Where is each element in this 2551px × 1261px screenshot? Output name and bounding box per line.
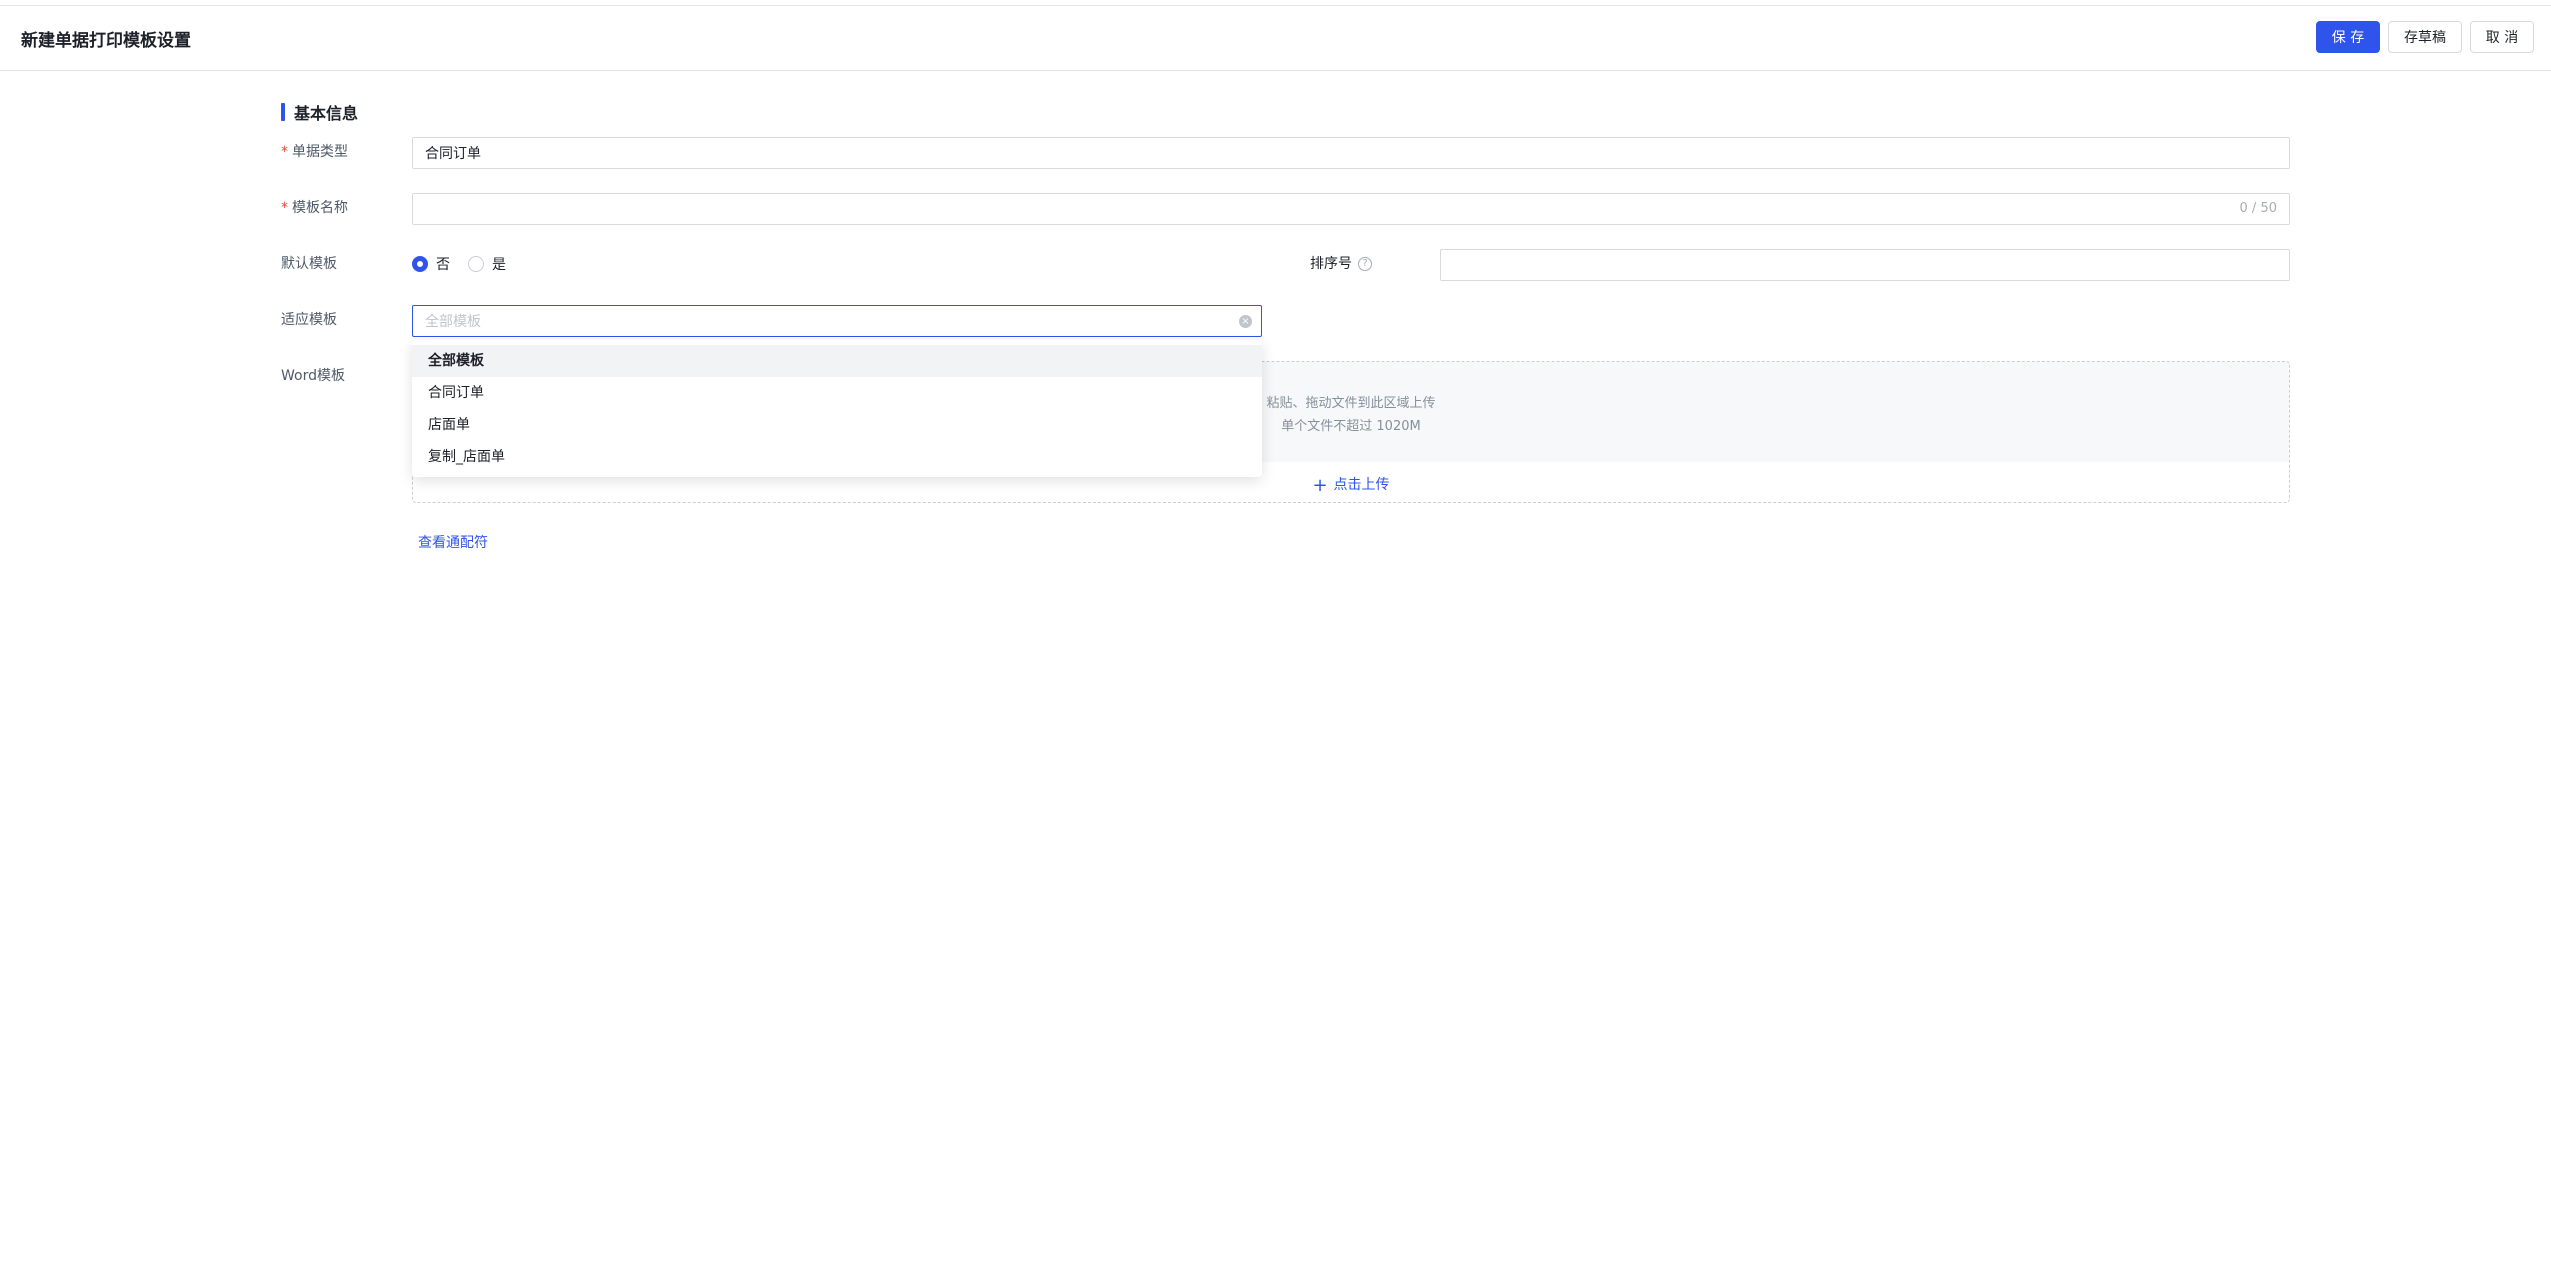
dropdown-option[interactable]: 合同订单 — [412, 377, 1262, 409]
page-header: 新建单据打印模板设置 保 存 存草稿 取 消 — [0, 6, 2551, 71]
doc-type-label: * 单据类型 — [281, 144, 348, 160]
section-basic-info: 基本信息 — [281, 101, 358, 123]
section-title: 基本信息 — [294, 104, 359, 123]
word-template-label: Word模板 — [281, 368, 345, 384]
radio-no[interactable]: 否 — [412, 254, 450, 274]
plus-icon: + — [1312, 475, 1328, 496]
upload-button[interactable]: + 点击上传 — [413, 474, 2289, 496]
adapt-template-select[interactable]: 全部模板 × — [412, 305, 1262, 337]
adapt-template-label: 适应模板 — [281, 312, 337, 328]
char-counter: 0 / 50 — [2239, 201, 2277, 216]
default-template-label: 默认模板 — [281, 256, 337, 272]
default-template-radio-group: 否 是 — [412, 254, 524, 274]
cancel-button[interactable]: 取 消 — [2470, 21, 2534, 53]
template-name-input[interactable]: 0 / 50 — [412, 193, 2290, 225]
radio-no-dot — [412, 256, 428, 272]
section-accent-bar — [281, 103, 285, 121]
doc-type-field[interactable]: 合同订单 — [412, 137, 2290, 169]
radio-yes-label: 是 — [492, 257, 506, 273]
dropdown-option[interactable]: 店面单 — [412, 409, 1262, 441]
sort-no-input[interactable] — [1440, 249, 2290, 281]
radio-no-label: 否 — [436, 257, 450, 273]
dropdown-option[interactable]: 复制_店面单 — [412, 441, 1262, 473]
save-draft-button[interactable]: 存草稿 — [2388, 21, 2462, 53]
radio-yes[interactable]: 是 — [468, 254, 506, 274]
sort-no-label: 排序号? — [1310, 254, 1372, 274]
dropdown-option[interactable]: 全部模板 — [412, 345, 1262, 377]
adapt-template-dropdown: 全部模板 合同订单 店面单 复制_店面单 — [412, 340, 1262, 477]
required-mark: * — [281, 144, 288, 160]
doc-type-value: 合同订单 — [425, 146, 481, 162]
question-icon[interactable]: ? — [1358, 257, 1372, 271]
view-wildcards-link[interactable]: 查看通配符 — [418, 532, 488, 552]
page-title: 新建单据打印模板设置 — [21, 31, 191, 51]
template-name-label: * 模板名称 — [281, 200, 348, 216]
clear-icon[interactable]: × — [1239, 315, 1252, 328]
save-button[interactable]: 保 存 — [2316, 21, 2380, 53]
required-mark: * — [281, 200, 288, 216]
adapt-template-placeholder: 全部模板 — [425, 314, 481, 330]
radio-yes-dot — [468, 256, 484, 272]
